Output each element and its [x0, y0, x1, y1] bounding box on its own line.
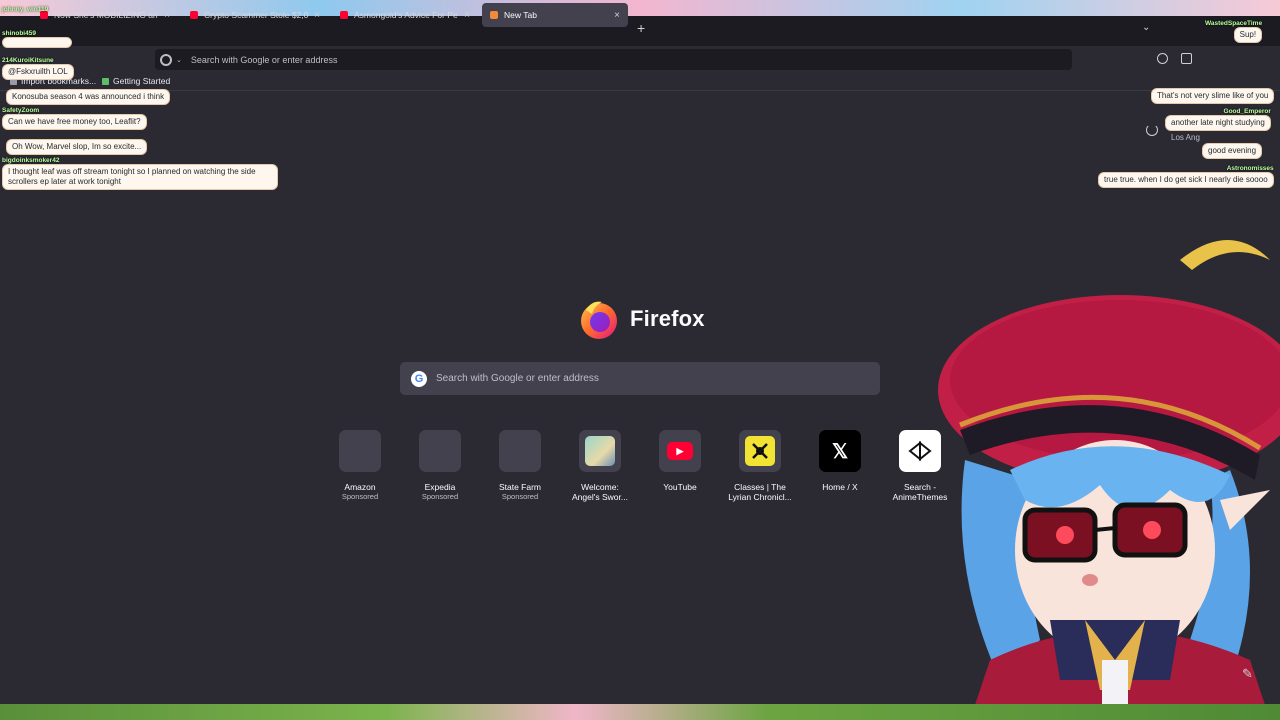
firefox-logo-icon [581, 301, 617, 339]
location-text: Los Ang [1171, 133, 1200, 142]
tab-1[interactable]: Now She's MOBILIZING an Arm × [32, 3, 178, 27]
tab-2[interactable]: Crypto Scammer Stole $2,000,0 × [182, 3, 328, 27]
search-engine-icon[interactable] [160, 53, 172, 66]
lyrian-icon [739, 430, 781, 472]
chat-message: Astronomisses true true. when I do get s… [1098, 165, 1274, 188]
top-site-lyrian[interactable]: Classes | The Lyrian Chronicl... [723, 430, 797, 502]
account-icon[interactable] [1157, 53, 1168, 64]
stream-overlay-bottom-strip [0, 704, 1280, 720]
youtube-favicon-icon [340, 11, 348, 19]
blank-tile-icon [499, 430, 541, 472]
blank-tile-icon [339, 430, 381, 472]
firefox-favicon-icon [490, 11, 498, 19]
chat-message: shinobi459 [2, 30, 72, 50]
top-site-youtube[interactable]: ▶ YouTube [643, 430, 717, 492]
chat-message: johnny_win119 [2, 6, 49, 13]
chat-message: Oh Wow, Marvel slop, Im so excite... [6, 139, 148, 155]
chevron-down-icon[interactable]: ⌄ [176, 56, 182, 64]
extensions-icon[interactable] [1181, 53, 1192, 64]
bookmarks-toolbar [0, 74, 1280, 91]
firefox-wordmark: Firefox [630, 306, 705, 331]
youtube-favicon-icon [190, 11, 198, 19]
search-box[interactable]: G Search with Google or enter address [400, 362, 880, 395]
chat-message: Good_Emperor another late night studying [1165, 108, 1271, 131]
url-bar[interactable]: ⌄ Search with Google or enter address [155, 49, 1072, 70]
tab-close-icon[interactable]: × [614, 10, 620, 21]
youtube-icon: ▶ [659, 430, 701, 472]
emote-row [2, 37, 72, 48]
tab-close-icon[interactable]: × [314, 10, 320, 21]
bookmark-getting-started[interactable]: Getting Started [102, 76, 170, 86]
tab-close-icon[interactable]: × [464, 10, 470, 21]
loading-spinner-icon [1146, 124, 1158, 136]
chat-message: bigdoinksmoker42 I thought leaf was off … [2, 157, 278, 190]
chat-message: Konosuba season 4 was announced i think [6, 89, 171, 105]
chat-message: good evening [1202, 143, 1263, 159]
chat-message: SafetyZoom Can we have free money too, L… [2, 107, 147, 130]
chat-message: That's not very slime like of you [1151, 88, 1275, 104]
tab-new-tab[interactable]: New Tab × [482, 3, 628, 27]
chat-message: 214KuroiKitsune @Fskxruilth LOL [2, 57, 74, 80]
anime-art-icon [579, 430, 621, 472]
tab-3[interactable]: Asmongold's Advice For People × [332, 3, 478, 27]
search-input[interactable]: Search with Google or enter address [436, 373, 599, 384]
tab-close-icon[interactable]: × [164, 10, 170, 21]
top-site-amazon[interactable]: Amazon Sponsored [323, 430, 397, 502]
vtuber-avatar [938, 240, 1280, 720]
blank-tile-icon [419, 430, 461, 472]
top-site-expedia[interactable]: Expedia Sponsored [403, 430, 477, 502]
url-input[interactable]: Search with Google or enter address [191, 55, 338, 65]
new-tab-button[interactable]: + [637, 20, 645, 36]
chat-message: WastedSpaceTime Sup! [1205, 20, 1263, 43]
edit-icon[interactable]: ✎ [1242, 666, 1253, 682]
bookmark-favicon-icon [102, 77, 109, 85]
top-site-state-farm[interactable]: State Farm Sponsored [483, 430, 557, 502]
x-icon: 𝕏 [819, 430, 861, 472]
top-site-x[interactable]: 𝕏 Home / X [803, 430, 877, 492]
list-all-tabs-button[interactable]: ⌄ [1142, 22, 1150, 33]
google-icon: G [411, 370, 427, 387]
top-site-angels-sword[interactable]: Welcome: Angel's Swor... [563, 430, 637, 502]
